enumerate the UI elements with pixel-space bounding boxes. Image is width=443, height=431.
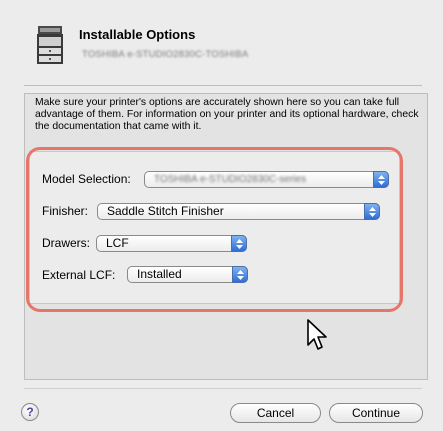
sheet-title: Installable Options: [79, 27, 196, 42]
callout-highlight-frame: [26, 147, 403, 312]
continue-button[interactable]: Continue: [329, 403, 423, 423]
printer-icon: [37, 26, 63, 64]
mouse-cursor-icon: [307, 319, 327, 350]
header-divider: [24, 85, 422, 86]
help-icon[interactable]: ?: [21, 403, 39, 421]
printer-name-subtitle: TOSHIBA e-STUDIO2830C-TOSHIBA: [82, 49, 249, 60]
footer-divider: [24, 388, 422, 389]
cancel-button[interactable]: Cancel: [230, 403, 321, 423]
sheet-header: Installable Options TOSHIBA e-STUDIO2830…: [0, 0, 443, 86]
options-description: Make sure your printer's options are acc…: [35, 97, 419, 132]
